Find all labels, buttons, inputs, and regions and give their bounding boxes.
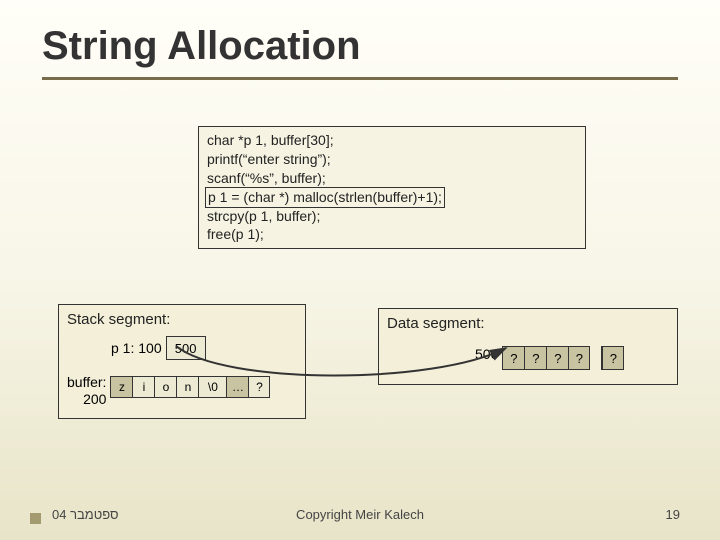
buffer-cell-2: o bbox=[154, 376, 176, 398]
buffer-cell-0: z bbox=[110, 376, 132, 398]
data-cell-2: ? bbox=[546, 346, 568, 370]
data-cells: ? ? ? ? ? bbox=[502, 346, 624, 370]
data-500-row: 500 ? ? ? ? ? bbox=[379, 340, 677, 370]
slide-number: 19 bbox=[666, 507, 680, 522]
stack-segment-box: Stack segment: p 1: 100 500 buffer: 200 … bbox=[58, 304, 306, 419]
code-box: char *p 1, buffer[30]; printf(“enter str… bbox=[198, 126, 586, 249]
code-line-5: strcpy(p 1, buffer); bbox=[207, 207, 577, 226]
buffer-cell-5: … bbox=[226, 376, 248, 398]
data-segment-label: Data segment: bbox=[379, 315, 677, 340]
buffer-label-bottom: 200 bbox=[83, 391, 106, 408]
code-line-1: char *p 1, buffer[30]; bbox=[207, 131, 577, 150]
p1-label: p 1: 100 bbox=[111, 340, 162, 356]
slide-title: String Allocation bbox=[0, 0, 720, 77]
data-addr-label: 500 bbox=[475, 346, 498, 362]
data-cell-3: ? bbox=[568, 346, 590, 370]
code-line-6: free(p 1); bbox=[207, 225, 577, 244]
p1-row: p 1: 100 500 bbox=[59, 336, 305, 360]
data-segment-box: Data segment: 500 ? ? ? ? ? bbox=[378, 308, 678, 385]
p1-value-cell: 500 bbox=[166, 336, 206, 360]
buffer-cell-6: ? bbox=[248, 376, 270, 398]
buffer-cell-4: \0 bbox=[198, 376, 226, 398]
title-underline bbox=[42, 77, 678, 80]
buffer-cell-1: i bbox=[132, 376, 154, 398]
data-cell-4: ? bbox=[602, 346, 624, 370]
data-cell-0: ? bbox=[502, 346, 524, 370]
footer-copyright: Copyright Meir Kalech bbox=[296, 507, 424, 522]
data-cell-1: ? bbox=[524, 346, 546, 370]
code-line-2: printf(“enter string”); bbox=[207, 150, 577, 169]
stack-segment-label: Stack segment: bbox=[59, 311, 305, 336]
footer-date: ספטמבר 04 bbox=[52, 507, 119, 522]
buffer-row: buffer: 200 z i o n \0 … ? bbox=[59, 360, 305, 408]
code-line-3: scanf(“%s”, buffer); bbox=[207, 169, 577, 188]
decorative-square-icon bbox=[30, 513, 41, 524]
buffer-cell-3: n bbox=[176, 376, 198, 398]
buffer-cells: z i o n \0 … ? bbox=[110, 376, 270, 398]
buffer-label-top: buffer: bbox=[67, 374, 106, 391]
code-line-4-highlight: p 1 = (char *) malloc(strlen(buffer)+1); bbox=[205, 187, 445, 208]
data-cell-gap bbox=[590, 346, 602, 370]
